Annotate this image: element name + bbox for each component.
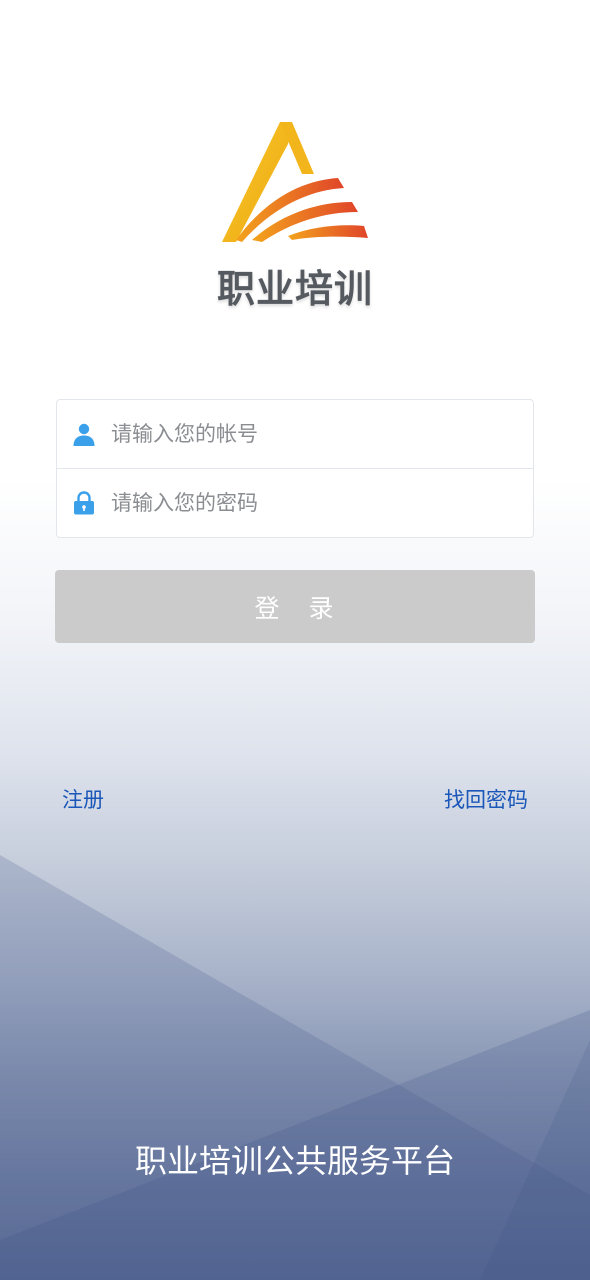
brand-logo-text: 职业培训 — [216, 267, 373, 311]
login-form — [56, 399, 534, 538]
account-field[interactable] — [57, 400, 533, 468]
platform-title: 职业培训公共服务平台 — [134, 1142, 455, 1180]
lock-icon — [71, 490, 97, 516]
login-button[interactable]: 登 录 — [55, 570, 535, 643]
brand-logo-icon — [222, 122, 368, 242]
user-icon — [71, 421, 97, 447]
register-link[interactable]: 注册 — [62, 784, 104, 814]
password-input[interactable] — [111, 483, 511, 523]
account-input[interactable] — [111, 414, 511, 454]
forgot-password-link[interactable]: 找回密码 — [444, 784, 528, 814]
password-field[interactable] — [57, 469, 533, 537]
